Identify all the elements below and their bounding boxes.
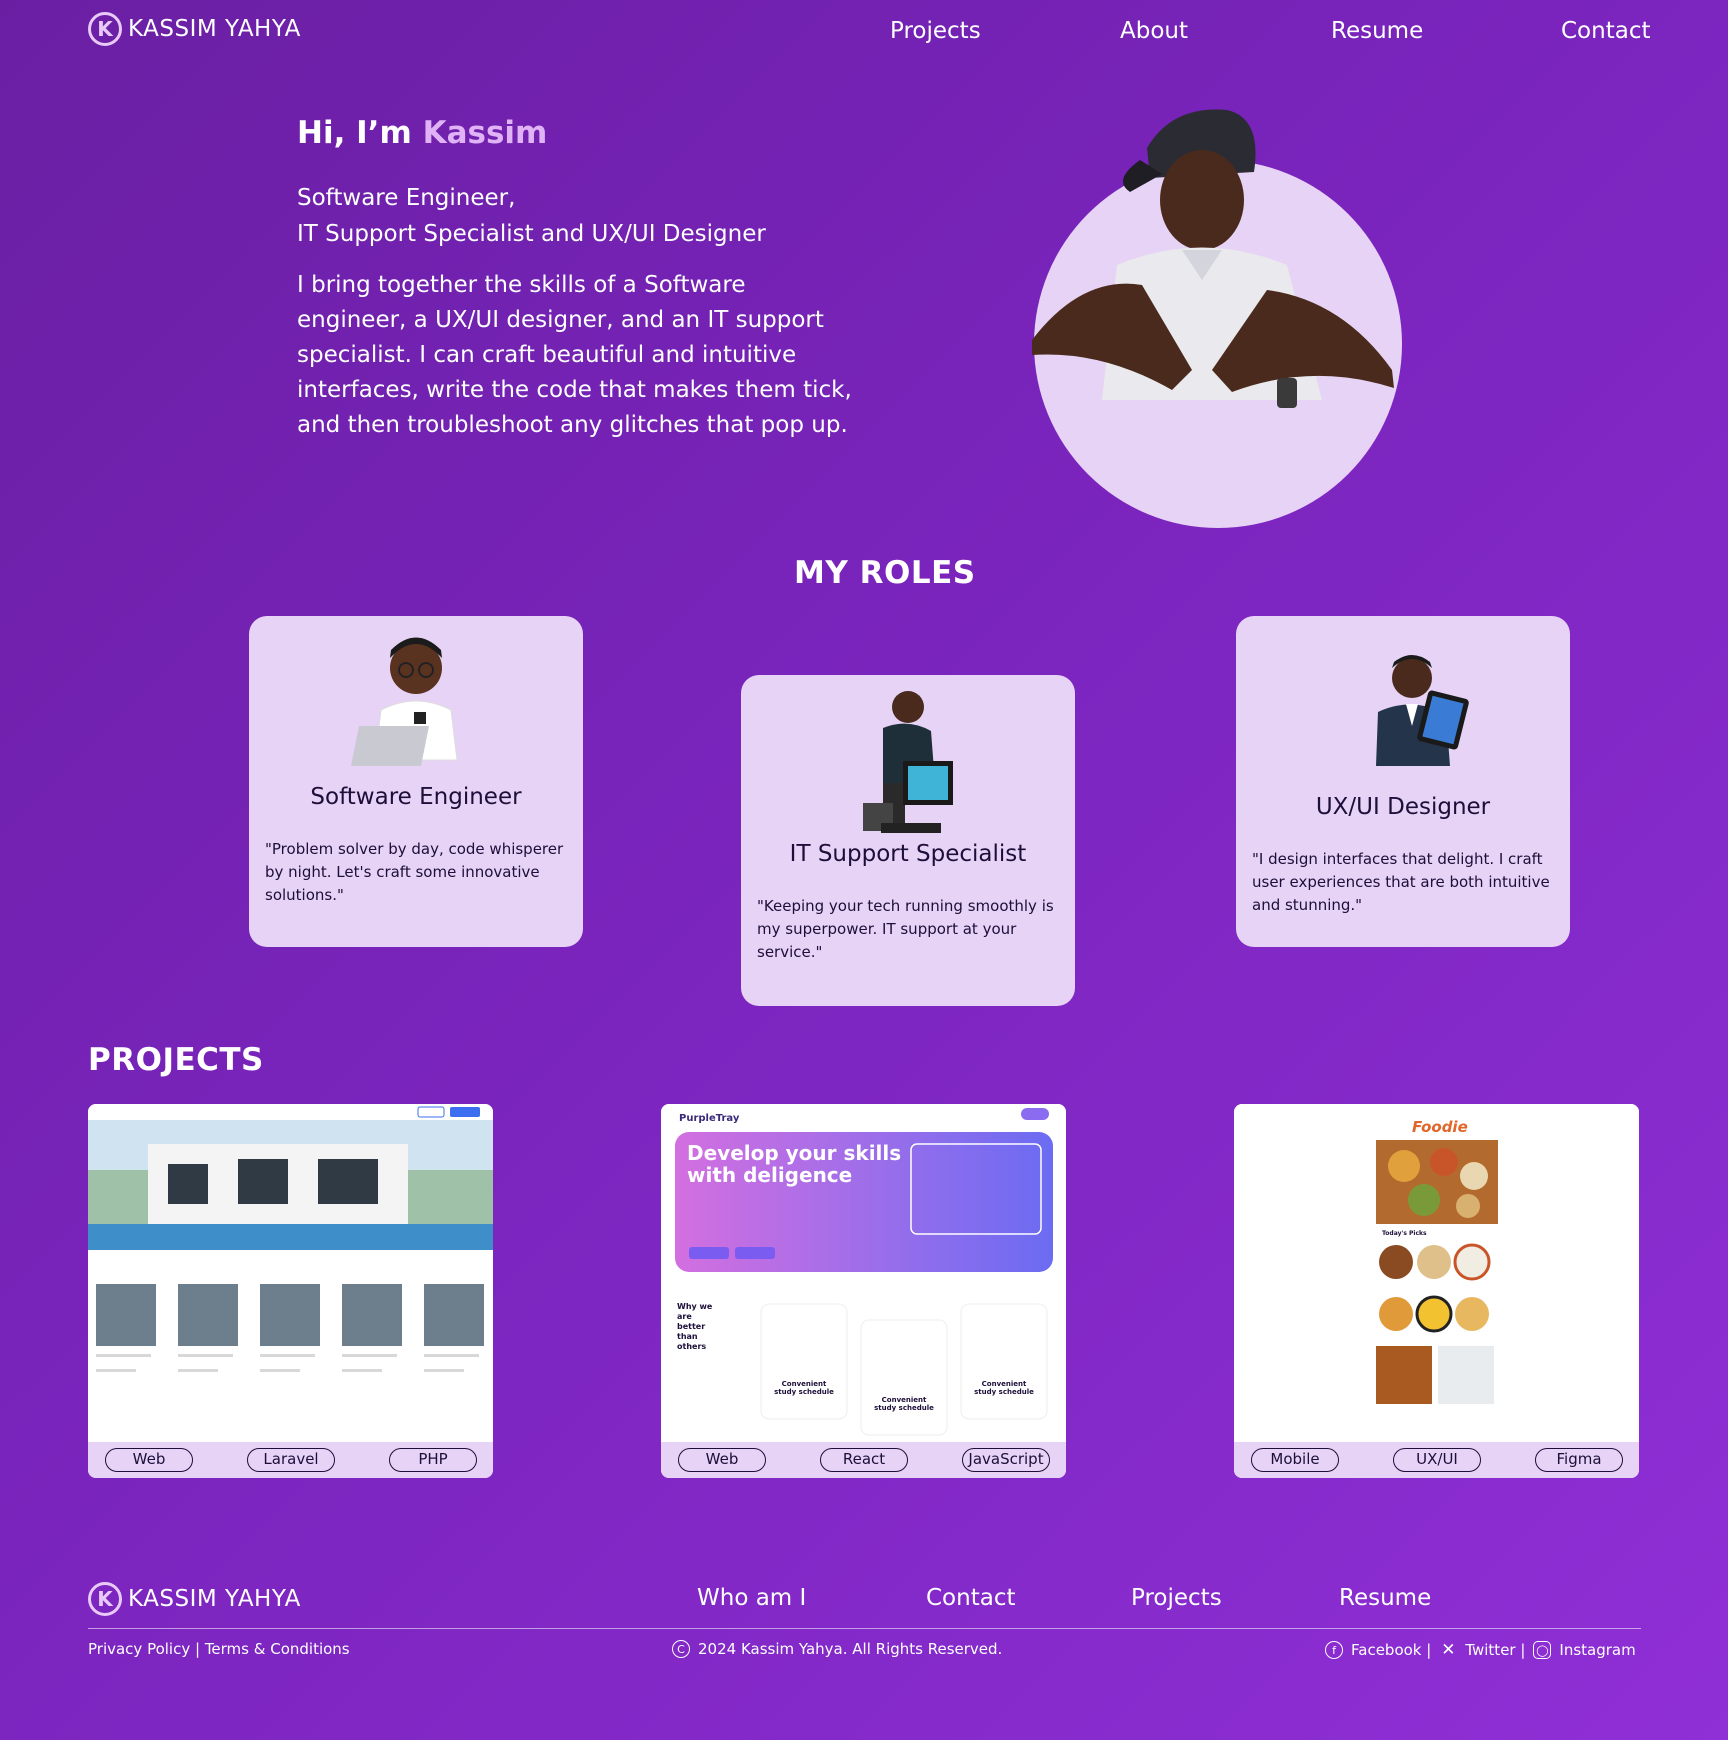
copyright-icon: C <box>672 1640 690 1658</box>
purpletray-feature: Convenient study schedule <box>874 1396 934 1412</box>
footer-link-projects[interactable]: Projects <box>1131 1585 1222 1611</box>
logo-name: KASSIM YAHYA <box>128 1586 301 1612</box>
legal-links[interactable]: Privacy Policy | Terms & Conditions <box>88 1640 350 1658</box>
software-engineer-illustration-icon <box>351 637 458 766</box>
hero-greeting-text: Hi, I’m <box>297 115 412 151</box>
nav-projects[interactable]: Projects <box>890 18 981 44</box>
project-screenshot-foodie <box>1234 1104 1639 1444</box>
foodie-section-title: Today's Picks <box>1382 1230 1427 1237</box>
ux-ui-designer-illustration-icon <box>1376 655 1469 766</box>
hero-bio: I bring together the skills of a Softwar… <box>297 272 852 438</box>
twitter-link[interactable]: Twitter | <box>1465 1641 1525 1659</box>
footer-logo[interactable]: K KASSIM YAHYA <box>88 1582 301 1616</box>
logo-mark-icon: K <box>88 1582 122 1616</box>
roles-heading: MY ROLES <box>794 555 976 591</box>
hero-name: Kassim <box>422 115 548 151</box>
footer-copyright: C 2024 Kassim Yahya. All Rights Reserved… <box>672 1640 1002 1658</box>
twitter-x-icon[interactable]: ✕ <box>1439 1640 1457 1660</box>
tag-pill[interactable]: Web <box>678 1448 766 1472</box>
hero-role-line-2: IT Support Specialist and UX/UI Designer <box>297 221 766 247</box>
copyright-text: 2024 Kassim Yahya. All Rights Reserved. <box>698 1640 1003 1658</box>
purpletray-feature: Convenient study schedule <box>774 1380 834 1396</box>
hero-roles: Software Engineer, IT Support Specialist… <box>297 180 857 252</box>
purpletray-feature: Convenient study schedule <box>974 1380 1034 1396</box>
facebook-icon[interactable]: f <box>1325 1641 1343 1659</box>
role-quote: "Problem solver by day, code whisperer b… <box>265 840 564 904</box>
role-quote: "Keeping your tech running smoothly is m… <box>757 897 1054 961</box>
purpletray-logo: PurpleTray <box>679 1113 740 1124</box>
role-card-ux-ui: UX/UI Designer "I design interfaces that… <box>1236 616 1570 947</box>
foodie-logo: Foodie <box>1412 1118 1468 1136</box>
it-support-illustration-icon <box>863 691 953 833</box>
project-tags: Web React JavaScript <box>661 1442 1066 1478</box>
footer-link-resume[interactable]: Resume <box>1339 1585 1431 1611</box>
instagram-link[interactable]: Instagram <box>1559 1641 1635 1659</box>
project-card-real-estate[interactable]: Web Laravel PHP <box>88 1104 493 1478</box>
footer-link-who-am-i[interactable]: Who am I <box>697 1585 806 1611</box>
tag-pill[interactable]: Laravel <box>247 1448 335 1472</box>
footer-social: f Facebook | ✕ Twitter | ◯ Instagram <box>1325 1640 1636 1660</box>
project-tags: Mobile UX/UI Figma <box>1234 1442 1639 1478</box>
tag-pill[interactable]: Web <box>105 1448 193 1472</box>
projects-heading: PROJECTS <box>88 1042 264 1078</box>
nav-resume[interactable]: Resume <box>1331 18 1423 44</box>
role-title: IT Support Specialist <box>789 841 1027 867</box>
footer-link-contact[interactable]: Contact <box>926 1585 1015 1611</box>
purpletray-side-text: Why we are better than others <box>677 1302 713 1351</box>
footer-divider <box>88 1628 1641 1629</box>
instagram-icon[interactable]: ◯ <box>1533 1641 1552 1659</box>
project-card-foodie[interactable]: Foodie Today's Picks Mobile UX/UI Figma <box>1234 1104 1639 1478</box>
tag-pill[interactable]: React <box>820 1448 908 1472</box>
facebook-link[interactable]: Facebook | <box>1351 1641 1431 1659</box>
project-screenshot-real-estate <box>88 1104 493 1444</box>
tag-pill[interactable]: PHP <box>389 1448 477 1472</box>
nav-contact[interactable]: Contact <box>1561 18 1650 44</box>
project-tags: Web Laravel PHP <box>88 1442 493 1478</box>
tag-pill[interactable]: UX/UI <box>1393 1448 1481 1472</box>
role-card-software-engineer: Software Engineer "Problem solver by day… <box>249 616 583 947</box>
role-quote: "I design interfaces that delight. I cra… <box>1252 850 1550 914</box>
profile-photo <box>1032 109 1394 408</box>
header-logo[interactable]: K KASSIM YAHYA <box>88 12 301 46</box>
role-card-it-support: IT Support Specialist "Keeping your tech… <box>741 675 1075 1006</box>
role-title: UX/UI Designer <box>1315 794 1491 820</box>
tag-pill[interactable]: JavaScript <box>962 1448 1050 1472</box>
hero-role-line-1: Software Engineer, <box>297 185 516 211</box>
nav-about[interactable]: About <box>1120 18 1188 44</box>
logo-mark-icon: K <box>88 12 122 46</box>
tag-pill[interactable]: Mobile <box>1251 1448 1339 1472</box>
role-title: Software Engineer <box>310 784 522 810</box>
logo-name: KASSIM YAHYA <box>128 16 301 42</box>
hero-greeting: Hi, I’m Kassim <box>297 115 547 151</box>
tag-pill[interactable]: Figma <box>1535 1448 1623 1472</box>
project-card-purpletray[interactable]: PurpleTray Develop your skills with deli… <box>661 1104 1066 1478</box>
purpletray-headline: Develop your skills with deligence <box>687 1141 902 1187</box>
footer-legal: Privacy Policy | Terms & Conditions <box>88 1640 350 1658</box>
